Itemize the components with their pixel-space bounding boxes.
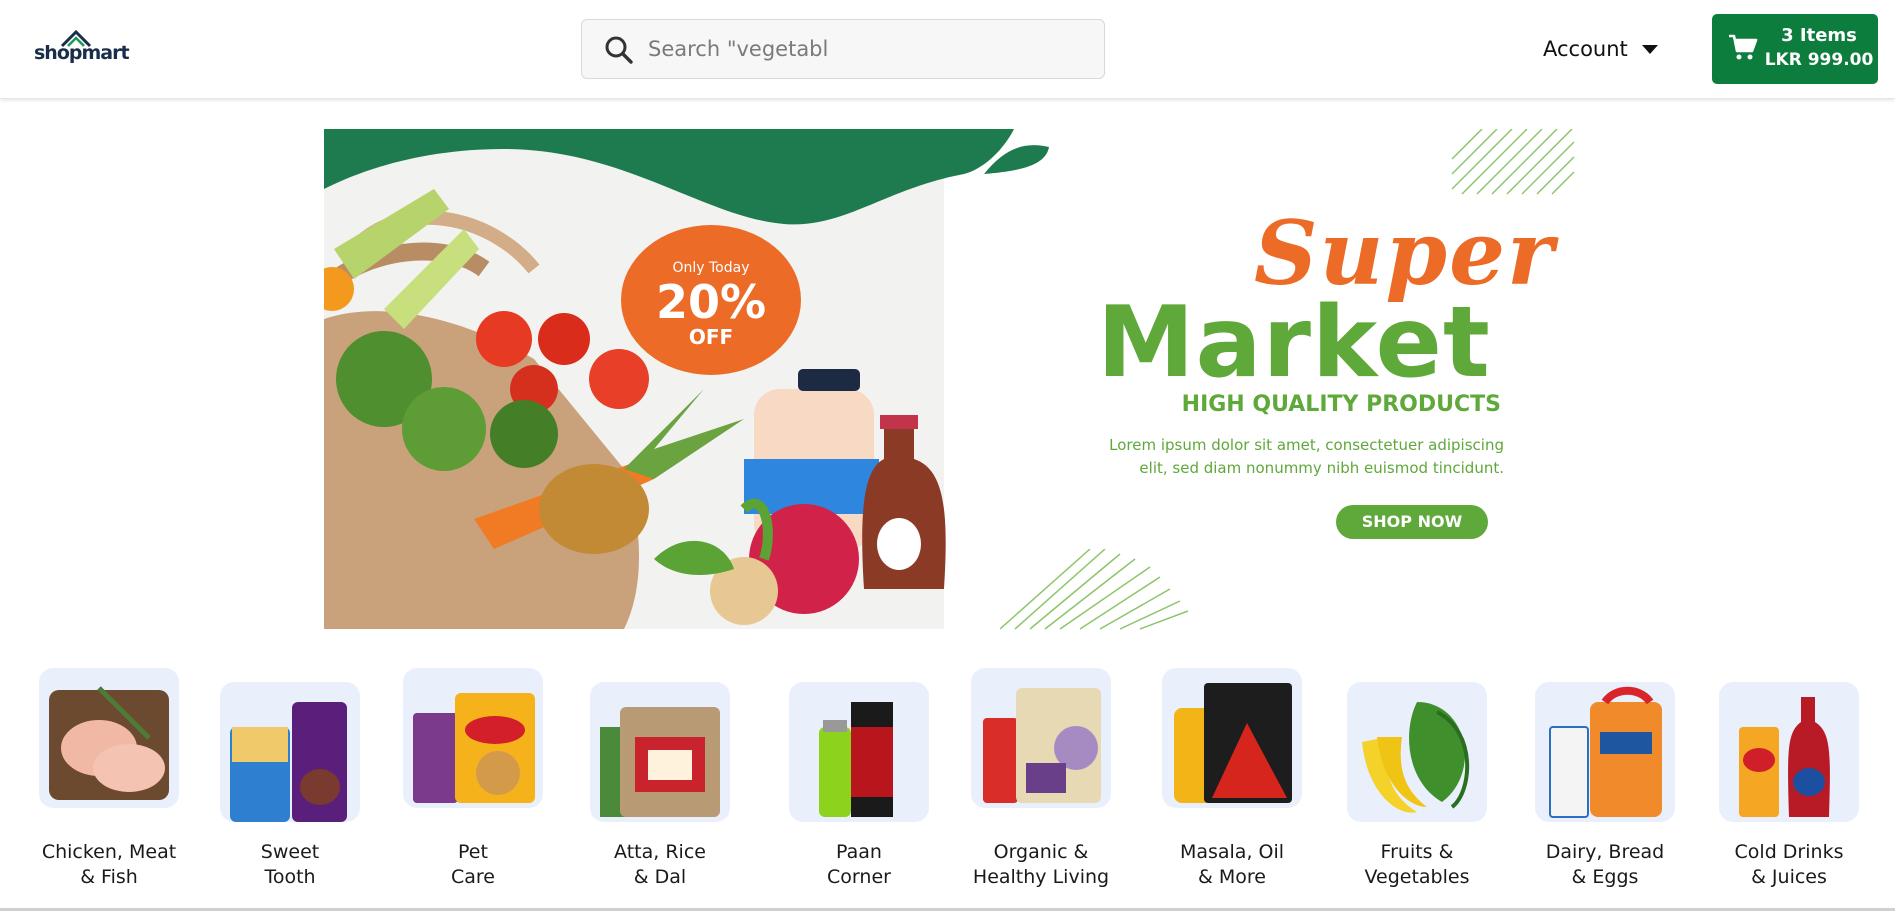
cart-item-count: 3 Items (1781, 25, 1857, 46)
pet-food-icon (403, 668, 543, 808)
cart-button[interactable]: 3 Items LKR 999.00 (1712, 14, 1878, 84)
top-header: shopmart Account 3 Items LKR 999.00 (0, 0, 1895, 99)
ice-cream-chocolate-icon (220, 682, 360, 822)
dairy-bread-icon (1535, 682, 1675, 822)
discount-badge: Only Today 20% OFF (621, 225, 801, 375)
logo-text: shopmart (34, 42, 130, 64)
banner-body-line1: Lorem ipsum dolor sit amet, consectetuer… (1109, 436, 1504, 454)
category-label: Masala, Oil & More (1179, 841, 1285, 888)
chicken-meat-icon (39, 668, 179, 808)
atta-rice-icon (590, 682, 730, 822)
cart-total: LKR 999.00 (1764, 50, 1874, 70)
category-label: Atta, Rice & Dal (614, 841, 706, 888)
shop-now-button[interactable]: SHOP NOW (1336, 505, 1488, 539)
shopmart-logo[interactable]: shopmart (34, 28, 130, 72)
account-menu[interactable]: Account (1543, 34, 1658, 64)
cold-drinks-icon (1719, 682, 1859, 822)
organic-pack-icon (971, 668, 1111, 808)
banner-title-market: Market (1097, 286, 1491, 400)
category-label: Cold Drinks & Juices (1734, 841, 1844, 888)
fruits-vegetables-icon (1347, 682, 1487, 822)
search-box[interactable] (581, 19, 1105, 79)
masala-oil-icon (1162, 668, 1302, 808)
hero-banner[interactable]: Only Today 20% OFF Super Market HIGH QUA… (324, 129, 1575, 630)
caret-down-icon (1641, 44, 1658, 54)
category-label: Paan Corner (827, 841, 891, 888)
grocery-bag-image: Only Today 20% OFF (324, 129, 1054, 629)
badge-caption: Only Today (672, 260, 750, 276)
category-label: Pet Care (451, 841, 495, 888)
category-label: Organic & Healthy Living (972, 841, 1110, 888)
category-label: Fruits & Vegetables (1364, 841, 1470, 888)
search-icon[interactable] (604, 35, 634, 65)
stripe-decoration-bottom (1000, 549, 1189, 630)
category-strip: Chicken, Meat & Fish Sweet Tooth Pet Care A… (0, 660, 1895, 905)
banner-body-line2: elit, sed diam nonummy nibh euismod tinc… (1139, 459, 1504, 477)
badge-percent: 20% (655, 275, 767, 329)
banner-subtitle: HIGH QUALITY PRODUCTS (1181, 392, 1501, 417)
badge-off: OFF (688, 325, 734, 349)
account-label: Account (1543, 37, 1628, 61)
lighter-paper-icon (789, 682, 929, 822)
category-label: Dairy, Bread & Eggs (1545, 841, 1665, 888)
cart-icon (1729, 34, 1758, 60)
banner-body: Lorem ipsum dolor sit amet, consectetuer… (1064, 434, 1504, 480)
search-input[interactable] (648, 30, 1088, 68)
category-label: Sweet Tooth (260, 841, 320, 888)
category-label: Chicken, Meat & Fish (41, 841, 177, 888)
